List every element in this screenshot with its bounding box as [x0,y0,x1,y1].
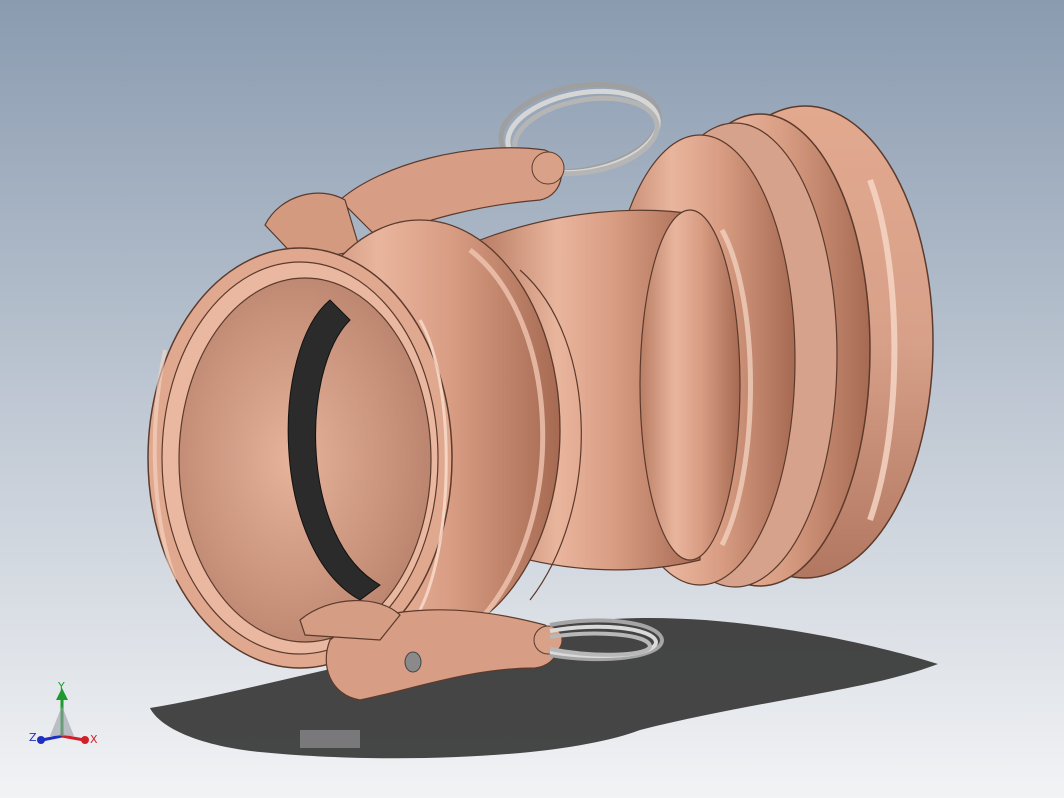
triad-x-label: X [90,733,98,746]
front-opening [147,247,453,669]
triad-y-label: Y [57,680,65,693]
model-canvas[interactable]: Y X Z [0,0,1064,798]
3d-viewport[interactable]: Y X Z [0,0,1064,798]
model-shadow-notch [300,730,360,748]
lower-cam-pin [404,651,422,673]
triad-z-label: Z [29,731,37,744]
triad-z-end [37,736,45,744]
triad-x-end [81,736,89,744]
